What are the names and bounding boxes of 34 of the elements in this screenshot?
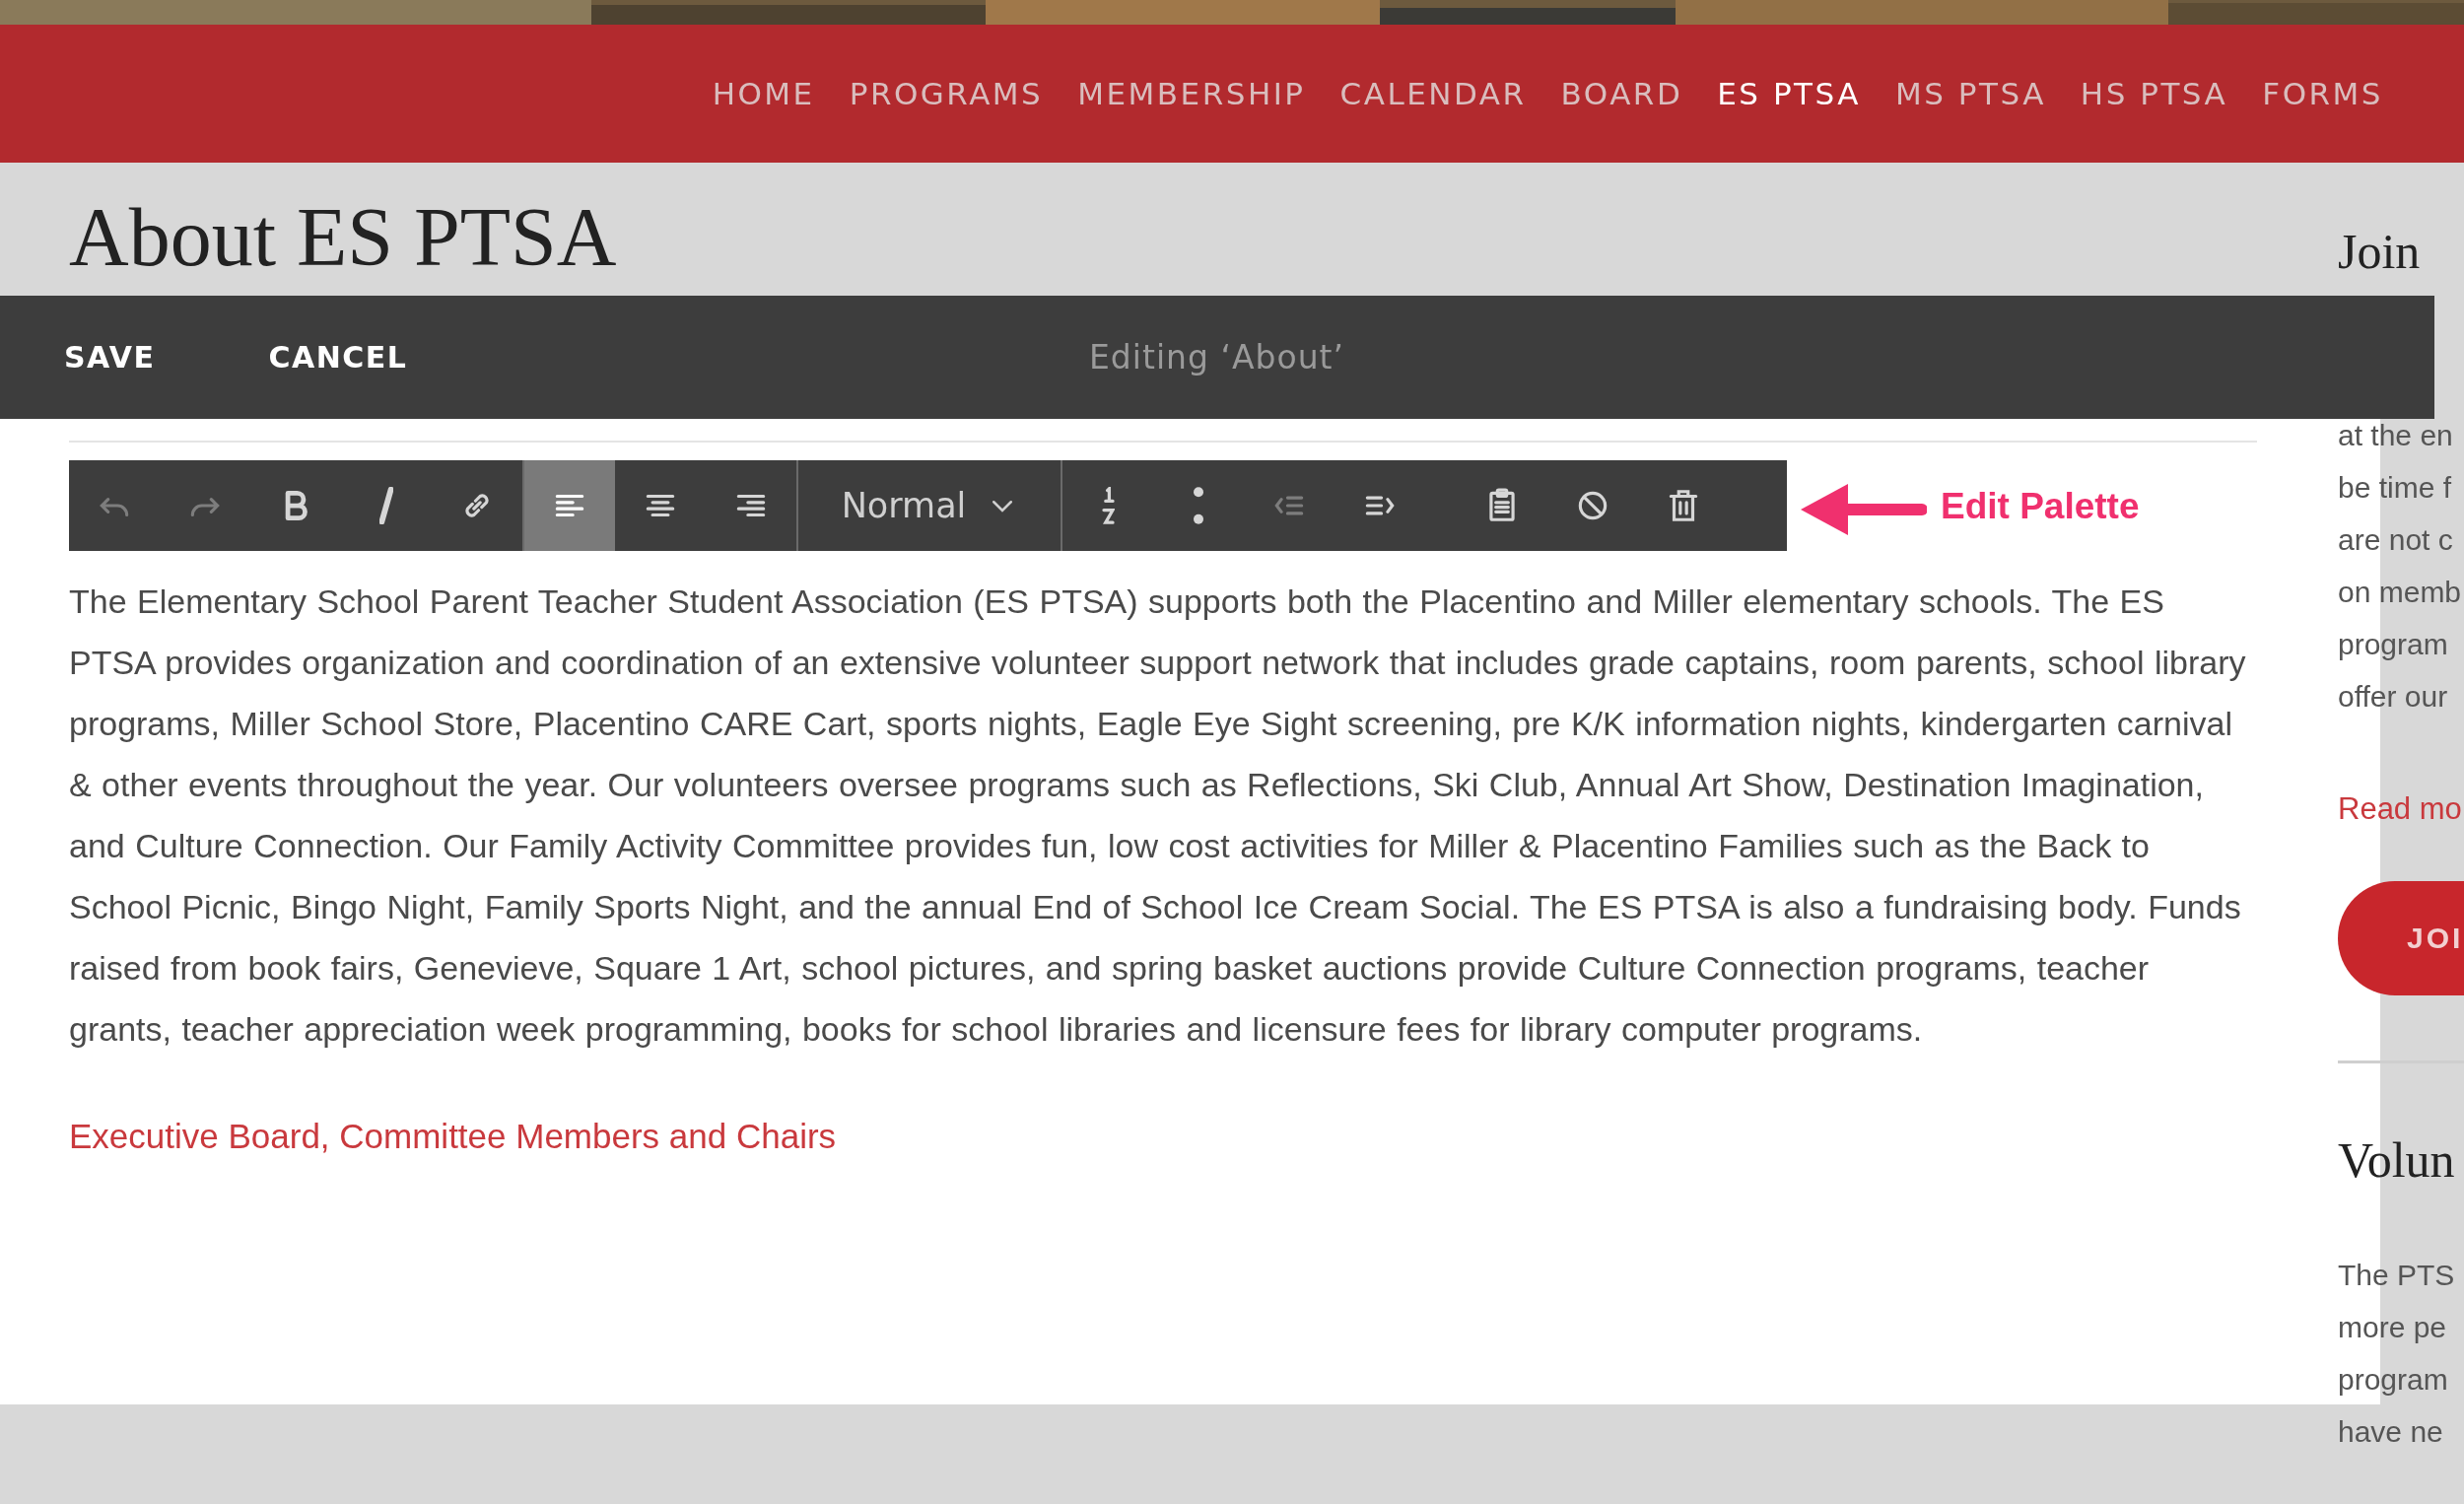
sidebar-text: have ne <box>2338 1414 2444 1450</box>
sidebar-text: be time f <box>2338 470 2453 506</box>
sidebar-text: The PTS <box>2338 1258 2456 1293</box>
nav-link[interactable]: MEMBERSHIP <box>1077 76 1306 111</box>
sidebar-heading: Volun <box>2338 1131 2456 1190</box>
italic-icon <box>379 487 393 524</box>
nav-link[interactable]: BOARD <box>1560 76 1683 111</box>
editing-title: Editing ‘About’ <box>1089 338 1344 376</box>
body-paragraph[interactable]: The Elementary School Parent Teacher Student Association (ES PTSA) supports both the Placentino and Miller elementary schools. The ES PTSA provides organization and coordination of an extensive volunteer support network that includes grade captains, room parents, school library programs, Miller School Store, Placentino CARE Cart, sports nights, Eagle Eye Sight screening, pre K/K information nights, kindergarten carnival & other events throughout the year. Our volunteers oversee programs such as Reflections, Ski Club, Annual Art Show, Destination Imagination, and Culture Connection. Our Family Activity Committee provides fun, low cost activities for Miller & Placentino Families such as the Back to School Picnic, Bingo Night, Family Sports Night, and the annual End of School Ice Cream Social. The ES PTSA is also a fundraising body. Funds raised from book fairs, Genevieve, Square 1 Art, school pictures, and spring basket auctions provide Culture Connection programs, teacher grants, teacher appreciation week programming, books for school libraries and licensure fees for library computer programs. <box>69 571 2257 1060</box>
read-more-link[interactable]: Read mo <box>2338 791 2464 827</box>
join-button[interactable]: JOI <box>2338 881 2464 995</box>
sidebar-text: on memb <box>2338 575 2463 610</box>
save-button[interactable]: SAVE <box>64 340 156 375</box>
sidebar-heading: Join <box>2338 223 2422 281</box>
sidebar-text: offer our <box>2338 679 2449 715</box>
nav-link[interactable]: FORMS <box>2262 76 2383 111</box>
nav-link[interactable]: CALENDAR <box>1339 76 1527 111</box>
cancel-button[interactable]: CANCEL <box>268 340 408 375</box>
nav-link[interactable]: HOME <box>712 76 815 111</box>
nav-link[interactable]: ES PTSA <box>1717 76 1861 111</box>
nav-link[interactable]: HS PTSA <box>2080 76 2228 111</box>
sidebar-text: program <box>2338 1362 2449 1398</box>
numbered-list-icon <box>1101 487 1115 524</box>
nav-link[interactable]: PROGRAMS <box>849 76 1044 111</box>
page-heading: About ES PTSA <box>68 190 618 279</box>
sidebar-text: program <box>2338 627 2449 662</box>
sidebar-text: more pe <box>2338 1310 2448 1345</box>
nav-link[interactable]: MS PTSA <box>1895 76 2046 111</box>
style-dropdown[interactable]: Normal <box>798 460 1061 551</box>
board-link[interactable]: Executive Board, Committee Members and Chairs <box>69 1117 837 1156</box>
sidebar-text: at the en <box>2338 418 2454 453</box>
toolbar-button[interactable] <box>524 460 615 551</box>
bullet-list-icon <box>1194 487 1203 524</box>
sidebar-text: are not c <box>2338 522 2454 558</box>
